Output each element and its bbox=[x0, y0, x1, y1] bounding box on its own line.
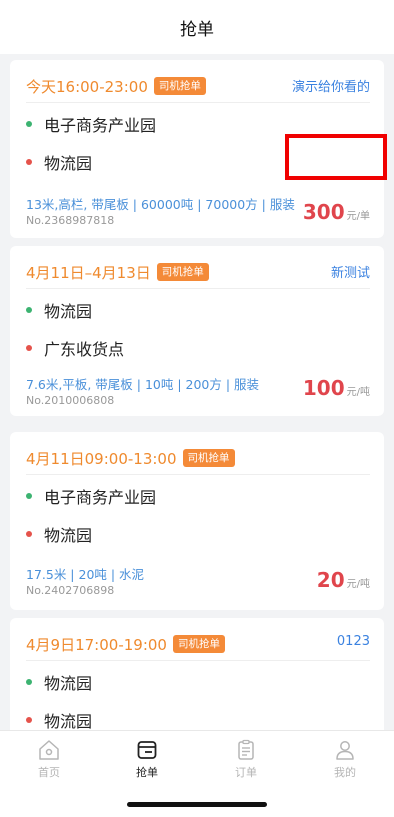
order-time: 4月11日09:00-13:00 bbox=[26, 449, 177, 468]
page-title: 抢单 bbox=[180, 19, 214, 40]
tab-grab-order[interactable]: 抢单 bbox=[98, 739, 196, 783]
delivery-label: 物流园 bbox=[44, 526, 93, 545]
order-price: 100 元/吨 bbox=[303, 376, 370, 400]
home-indicator bbox=[127, 802, 267, 807]
delivery-label: 广东收货点 bbox=[44, 340, 125, 359]
pickup-label: 电子商务产业园 bbox=[44, 488, 157, 507]
nav-bar: 抢单 bbox=[0, 0, 394, 54]
pickup-dot-icon bbox=[26, 493, 32, 499]
tab-home[interactable]: 首页 bbox=[0, 739, 98, 783]
order-time: 4月9日17:00-19:00 bbox=[26, 635, 167, 654]
order-price: 300 元/单 bbox=[298, 200, 370, 224]
home-icon bbox=[38, 739, 60, 761]
driver-grab-badge: 司机抢单 bbox=[153, 77, 206, 95]
pickup-address: 电子商务产业园 bbox=[26, 112, 156, 136]
order-time: 4月11日–4月13日 bbox=[26, 263, 151, 282]
cargo-spec: 13米,高栏, 带尾板 | 60000吨 | 70000方 | 服装 bbox=[26, 197, 295, 212]
pickup-address: 物流园 bbox=[26, 298, 92, 322]
delivery-address: 物流园 bbox=[26, 150, 92, 174]
order-header: 4月11日09:00-13:00 司机抢单 bbox=[26, 448, 235, 468]
price-value: 20 bbox=[316, 568, 345, 592]
order-time: 今天16:00-23:00 bbox=[26, 77, 148, 96]
profile-icon bbox=[334, 739, 356, 761]
order-number: No.2368987818 bbox=[26, 214, 115, 227]
price-unit: 元/吨 bbox=[346, 579, 370, 590]
tab-home-label: 首页 bbox=[38, 766, 60, 779]
pickup-dot-icon bbox=[26, 679, 32, 685]
delivery-address: 广东收货点 bbox=[26, 336, 124, 360]
order-header: 4月11日–4月13日 司机抢单 bbox=[26, 262, 209, 282]
divider bbox=[26, 660, 370, 661]
order-header: 4月9日17:00-19:00 司机抢单 bbox=[26, 634, 225, 654]
price-highlight-box bbox=[285, 134, 387, 180]
delivery-dot-icon bbox=[26, 345, 32, 351]
grab-order-icon bbox=[136, 739, 158, 761]
pickup-label: 电子商务产业园 bbox=[44, 116, 157, 135]
pickup-label: 物流园 bbox=[44, 674, 93, 693]
order-note: 演示给你看的 bbox=[291, 80, 370, 95]
delivery-label: 物流园 bbox=[44, 154, 93, 173]
order-note: 新测试 bbox=[330, 266, 370, 281]
delivery-dot-icon bbox=[26, 717, 32, 723]
driver-grab-badge: 司机抢单 bbox=[182, 449, 235, 467]
delivery-label: 物流园 bbox=[44, 712, 93, 730]
tab-orders[interactable]: 订单 bbox=[197, 739, 295, 783]
delivery-dot-icon bbox=[26, 531, 32, 537]
order-note: 0123 bbox=[336, 634, 370, 649]
pickup-address: 物流园 bbox=[26, 670, 92, 694]
order-card[interactable]: 4月9日17:00-19:00 司机抢单 0123 物流园 物流园 bbox=[10, 618, 384, 730]
delivery-address: 物流园 bbox=[26, 708, 92, 730]
tab-orders-label: 订单 bbox=[235, 766, 257, 779]
order-icon bbox=[235, 739, 257, 761]
tab-bar: 首页 抢单 订单 我的 bbox=[0, 730, 394, 817]
tab-profile[interactable]: 我的 bbox=[296, 739, 394, 783]
pickup-dot-icon bbox=[26, 121, 32, 127]
price-unit: 元/单 bbox=[346, 211, 370, 222]
price-unit: 元/吨 bbox=[346, 387, 370, 398]
delivery-dot-icon bbox=[26, 159, 32, 165]
divider bbox=[26, 102, 370, 103]
cargo-spec: 7.6米,平板, 带尾板 | 10吨 | 200方 | 服装 bbox=[26, 377, 260, 392]
pickup-address: 电子商务产业园 bbox=[26, 484, 156, 508]
order-card[interactable]: 4月11日09:00-13:00 司机抢单 电子商务产业园 物流园 17.5米 … bbox=[10, 432, 384, 610]
order-number: No.2402706898 bbox=[26, 584, 115, 597]
divider bbox=[26, 288, 370, 289]
tab-grab-order-label: 抢单 bbox=[136, 766, 158, 779]
driver-grab-badge: 司机抢单 bbox=[172, 635, 225, 653]
driver-grab-badge: 司机抢单 bbox=[156, 263, 209, 281]
pickup-dot-icon bbox=[26, 307, 32, 313]
tab-profile-label: 我的 bbox=[334, 766, 356, 779]
divider bbox=[26, 474, 370, 475]
order-header: 今天16:00-23:00 司机抢单 bbox=[26, 76, 206, 96]
order-number: No.2010006808 bbox=[26, 394, 115, 407]
delivery-address: 物流园 bbox=[26, 522, 92, 546]
pickup-label: 物流园 bbox=[44, 302, 93, 321]
price-value: 300 bbox=[302, 200, 345, 224]
order-price: 20 元/吨 bbox=[317, 568, 370, 592]
order-card[interactable]: 4月11日–4月13日 司机抢单 新测试 物流园 广东收货点 7.6米,平板, … bbox=[10, 246, 384, 416]
cargo-spec: 17.5米 | 20吨 | 水泥 bbox=[26, 567, 145, 582]
price-value: 100 bbox=[302, 376, 345, 400]
